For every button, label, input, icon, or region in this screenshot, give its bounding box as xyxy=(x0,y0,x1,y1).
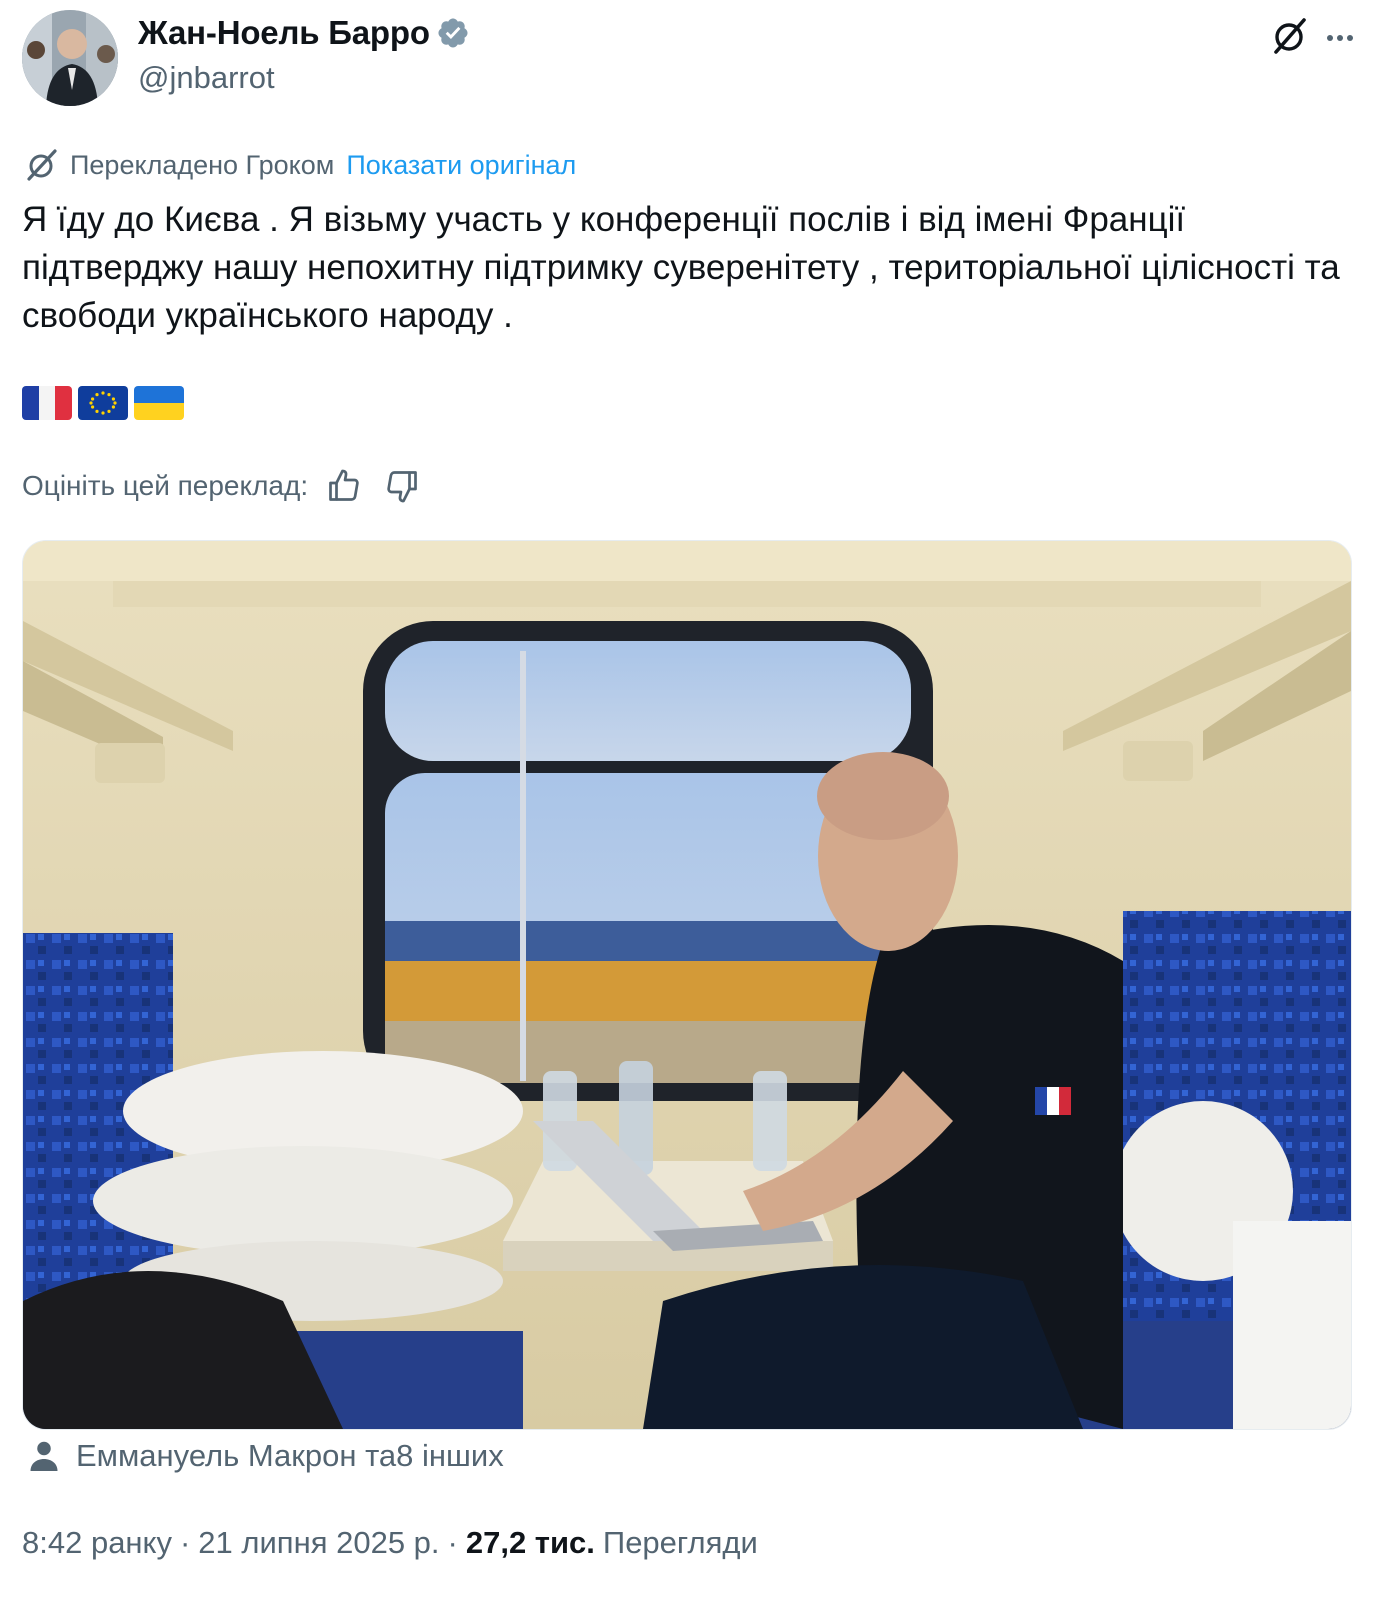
rate-translation-label: Оцініть цей переклад: xyxy=(22,470,309,501)
display-name[interactable]: Жан-Ноель Барро xyxy=(138,14,430,52)
tweet-time[interactable]: 8:42 ранку xyxy=(22,1525,172,1561)
tweet-text: Я їду до Києва . Я візьму участь у конфе… xyxy=(22,200,1340,335)
tweet-date[interactable]: 21 липня 2025 р. xyxy=(198,1525,439,1561)
flag-ukraine-icon xyxy=(134,386,184,420)
views-label: Перегляди xyxy=(602,1525,758,1560)
tagged-people[interactable]: Еммануель Макрон та8 інших xyxy=(26,1438,504,1474)
handle[interactable]: @jnbarrot xyxy=(138,60,275,96)
grok-icon xyxy=(22,145,62,185)
show-original-link[interactable]: Показати оригінал xyxy=(346,150,576,181)
translated-label: Перекладено Гроком xyxy=(70,149,335,180)
flag-france-icon xyxy=(22,386,72,420)
meta-separator: · xyxy=(447,1525,458,1560)
tweet-meta: 8:42 ранку · 21 липня 2025 р. · 27,2 тис… xyxy=(22,1525,758,1561)
person-icon xyxy=(26,1438,62,1474)
more-icon[interactable] xyxy=(1318,14,1362,58)
translation-bar: Перекладено Гроком Показати оригінал xyxy=(22,145,576,185)
flag-eu-icon xyxy=(78,386,128,420)
grok-icon[interactable] xyxy=(1268,14,1312,58)
tweet-photo[interactable] xyxy=(22,540,1352,1430)
tagged-text: Еммануель Макрон та8 інших xyxy=(76,1438,504,1473)
thumbs-up-icon[interactable] xyxy=(322,464,366,508)
avatar[interactable] xyxy=(22,10,118,106)
thumbs-down-icon[interactable] xyxy=(380,464,424,508)
views-count: 27,2 тис. xyxy=(465,1525,595,1560)
flags-row xyxy=(22,386,184,420)
verified-badge-icon[interactable] xyxy=(436,16,470,50)
meta-separator: · xyxy=(179,1525,191,1560)
